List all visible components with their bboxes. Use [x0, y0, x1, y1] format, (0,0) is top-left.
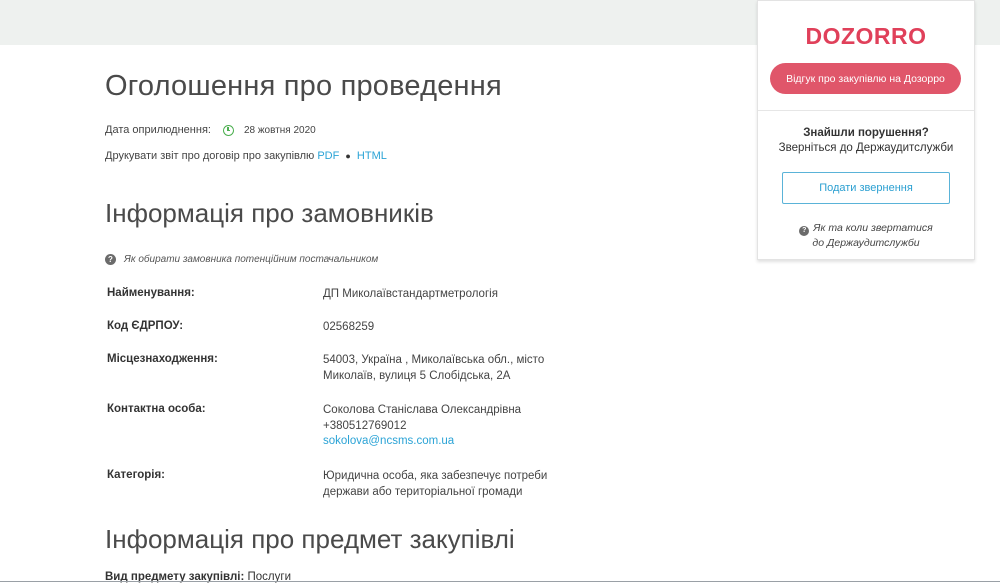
question-icon: ?: [799, 226, 810, 236]
how-to-appeal-link[interactable]: ? Як та коли звертатися до Держаудитслужб…: [758, 221, 974, 250]
print-html-link[interactable]: HTML: [357, 150, 387, 162]
customer-help-text: Як обирати замовника потенційним постача…: [124, 254, 379, 265]
customer-help-link[interactable]: ? Як обирати замовника потенційним поста…: [105, 254, 378, 265]
info-value: 02568259: [323, 321, 375, 333]
info-value: Соколова Станіслава Олександрівна +38051…: [323, 403, 568, 450]
info-value: Юридична особа, яка забезпечує потреби д…: [323, 470, 548, 498]
info-label: Місцезнаходження:: [107, 353, 218, 365]
info-value: ДП Миколаївстандартметрологія: [323, 288, 498, 300]
info-label: Код ЄДРПОУ:: [107, 320, 184, 332]
contact-phone: +380512769012: [323, 419, 407, 432]
how-line-1: Як та коли звертатися: [813, 222, 933, 234]
divider: [758, 110, 974, 111]
contact-email-link[interactable]: sokolova@ncsms.com.ua: [323, 434, 568, 450]
separator-dot: ●: [345, 151, 351, 161]
customers-section-title: Інформація про замовників: [105, 198, 434, 228]
clock-icon: [222, 124, 234, 136]
violation-title: Знайшли порушення?: [803, 127, 929, 139]
print-pdf-link[interactable]: PDF: [317, 150, 339, 162]
info-label: Найменування:: [107, 287, 195, 299]
bottom-divider: [0, 581, 1000, 582]
violation-subtitle: Зверніться до Держаудитслужби: [778, 142, 954, 154]
how-line-2: до Держаудитслужби: [812, 237, 920, 249]
dozorro-sidebar: DOZORRO Відгук про закупівлю на Дозорро …: [757, 0, 975, 260]
subject-section-title: Інформація про предмет закупівлі: [105, 524, 515, 554]
print-label: Друкувати звіт про договір про закупівлю: [105, 150, 315, 162]
info-label: Контактна особа:: [107, 403, 206, 415]
date-value: 28 жовтня 2020: [243, 124, 316, 136]
page-title: Оголошення про проведення: [105, 70, 502, 102]
info-label: Категорія:: [107, 469, 166, 481]
contact-name: Соколова Станіслава Олександрівна: [323, 404, 522, 416]
submit-appeal-button[interactable]: Подати звернення: [782, 172, 950, 204]
question-icon: ?: [105, 254, 116, 265]
date-label: Дата оприлюднення:: [105, 124, 211, 136]
info-value: 54003, Україна , Миколаївська обл., міст…: [323, 354, 545, 382]
publication-date: Дата оприлюднення: 28 жовтня 2020: [105, 124, 316, 136]
print-report: Друкувати звіт про договір про закупівлю…: [105, 150, 387, 162]
dozorro-logo: DOZORRO: [805, 23, 927, 49]
dozorro-feedback-button[interactable]: Відгук про закупівлю на Дозорро: [770, 63, 961, 94]
